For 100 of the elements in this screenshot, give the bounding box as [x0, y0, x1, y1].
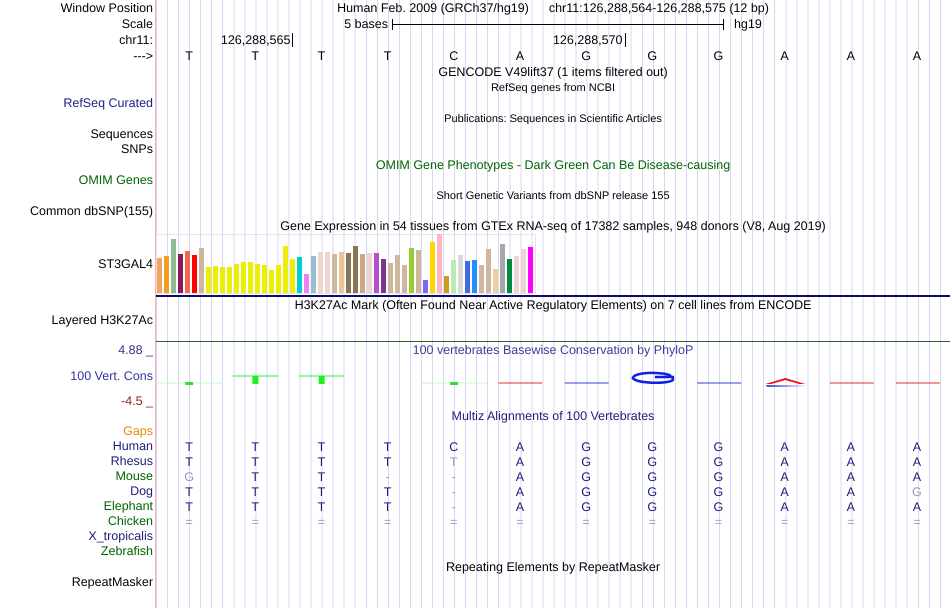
aligned-base: T: [184, 440, 194, 454]
sequence-base: T: [250, 49, 260, 63]
aligned-base: T: [316, 470, 326, 484]
scale-assembly: hg19: [734, 17, 762, 31]
track-label[interactable]: 100 Vert. Cons: [70, 368, 156, 384]
aligned-base: -: [384, 470, 391, 484]
row-label: --->: [133, 48, 154, 64]
aligned-base: A: [912, 500, 922, 514]
aligned-base: T: [316, 440, 326, 454]
aligned-base: G: [712, 470, 724, 484]
aligned-base: G: [646, 470, 658, 484]
aligned-base: A: [779, 500, 790, 514]
track-label[interactable]: Common dbSNP(155): [30, 204, 156, 219]
aligned-base: -: [450, 470, 457, 484]
aligned-base: C: [448, 440, 460, 454]
aligned-base: T: [448, 454, 459, 468]
species-label[interactable]: Dog: [130, 484, 156, 499]
sequence-base: T: [184, 49, 194, 63]
aligned-base: A: [779, 484, 790, 498]
aligned-base: A: [846, 470, 856, 484]
aligned-base: G: [580, 484, 592, 498]
aligned-base: T: [382, 484, 392, 498]
aligned-base: A: [846, 484, 856, 498]
track-label[interactable]: ST3GAL4: [98, 257, 156, 272]
aligned-base: =: [316, 514, 326, 528]
aligned-base: A: [779, 454, 790, 468]
aligned-base: T: [382, 440, 392, 454]
row-label: chr11:: [119, 32, 154, 48]
aligned-base: A: [846, 454, 856, 468]
ruler-tick-label: 126,288,570: [552, 33, 626, 47]
track-label[interactable]: SNPs: [121, 142, 156, 157]
track-label[interactable]: Sequences: [90, 127, 156, 142]
track-label[interactable]: RepeatMasker: [72, 575, 156, 590]
aligned-base: G: [580, 440, 592, 454]
aligned-base: =: [846, 514, 856, 528]
aligned-base: T: [250, 454, 260, 468]
sequence-base: A: [514, 49, 526, 63]
track-title: H3K27Ac Mark (Often Found Near Active Regulatory Elements) on 7 cell lines from ENCODE: [294, 298, 812, 313]
aligned-base: =: [250, 514, 260, 528]
aligned-base: =: [515, 514, 525, 528]
aligned-base: T: [316, 454, 326, 468]
track-label[interactable]: Layered H3K27Ac: [52, 313, 156, 328]
sequence-base: A: [912, 49, 922, 63]
aligned-base: G: [712, 484, 724, 498]
species-label[interactable]: Zebrafish: [100, 544, 156, 559]
aligned-base: T: [382, 454, 392, 468]
aligned-base: G: [712, 500, 724, 514]
sequence-base: A: [846, 49, 856, 63]
aligned-base: -: [450, 484, 457, 498]
track-title: RefSeq genes from NCBI: [490, 81, 616, 96]
aligned-base: -: [450, 500, 457, 514]
aligned-base: A: [514, 500, 526, 514]
aligned-base: T: [250, 440, 260, 454]
track-label[interactable]: OMIM Genes: [78, 173, 156, 188]
track-label[interactable]: RefSeq Curated: [63, 96, 156, 111]
aligned-base: T: [184, 484, 194, 498]
genome-position: chr11:126,288,564-126,288,575 (12 bp): [548, 1, 769, 15]
aligned-base: =: [382, 514, 392, 528]
track-label[interactable]: -4.5 _: [121, 394, 156, 409]
track-label[interactable]: 4.88 _: [118, 343, 156, 358]
aligned-base: G: [580, 500, 592, 514]
species-label[interactable]: X_tropicalis: [88, 529, 156, 544]
aligned-base: G: [712, 454, 724, 468]
aligned-base: =: [184, 514, 194, 528]
aligned-base: G: [646, 454, 658, 468]
species-label[interactable]: Chicken: [108, 514, 156, 529]
species-label[interactable]: Mouse: [115, 469, 156, 484]
aligned-base: A: [846, 440, 856, 454]
species-label[interactable]: Human: [112, 439, 156, 454]
sequence-base: A: [779, 49, 790, 63]
sequence-base: C: [448, 49, 460, 63]
aligned-base: A: [514, 484, 526, 498]
aligned-base: A: [514, 454, 526, 468]
aligned-base: G: [646, 484, 658, 498]
scale-text: 5 bases: [344, 17, 388, 31]
aligned-base: G: [580, 454, 592, 468]
aligned-base: A: [846, 500, 856, 514]
aligned-base: A: [514, 470, 526, 484]
species-label[interactable]: Elephant: [104, 499, 156, 514]
aligned-base: T: [316, 500, 326, 514]
aligned-base: =: [449, 514, 458, 528]
aligned-base: =: [912, 514, 922, 528]
species-label[interactable]: Rhesus: [110, 454, 156, 469]
aligned-base: =: [648, 514, 657, 528]
track-title: Short Genetic Variants from dbSNP release 155: [436, 189, 670, 204]
sequence-base: T: [316, 49, 326, 63]
aligned-base: T: [184, 454, 194, 468]
aligned-base: A: [779, 470, 790, 484]
track-title: Repeating Elements by RepeatMasker: [446, 560, 660, 575]
track-title: Gene Expression in 54 tissues from GTEx RNA-seq of 17382 samples, 948 donors (V8, Aug 2019): [280, 219, 826, 234]
aligned-base: =: [780, 514, 790, 528]
aligned-base: T: [382, 500, 392, 514]
aligned-base: G: [646, 440, 658, 454]
aligned-base: T: [184, 500, 194, 514]
aligned-base: A: [912, 440, 922, 454]
sequence-base: G: [646, 49, 658, 63]
sequence-base: G: [712, 49, 724, 63]
aligned-base: G: [183, 470, 195, 484]
track-title: Multiz Alignments of 100 Vertebrates: [452, 409, 654, 424]
aligned-base: G: [712, 440, 724, 454]
